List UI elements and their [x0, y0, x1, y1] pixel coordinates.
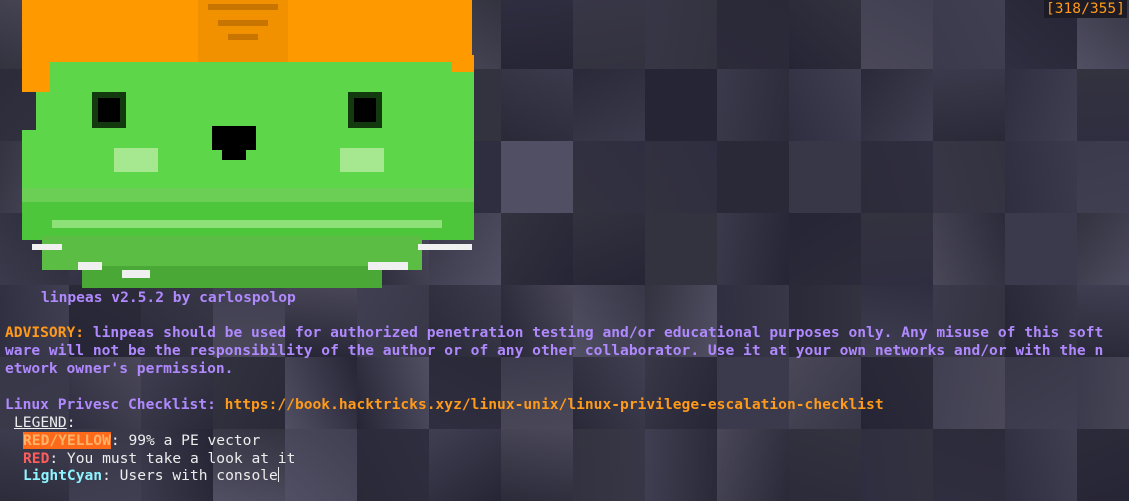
wallpaper-tile [717, 0, 789, 69]
peass-mascot-art [22, 0, 474, 288]
advisory-line-1: ADVISORY: linpeas should be used for aut… [5, 324, 1103, 342]
wallpaper-tile [1005, 213, 1077, 285]
wallpaper-tile [357, 357, 429, 429]
wallpaper-tile [501, 429, 573, 501]
wallpaper-tile [933, 69, 1005, 141]
wallpaper-tile [573, 0, 645, 69]
wallpaper-tile [645, 357, 717, 429]
linpeas-banner: linpeas v2.5.2 by carlospolop [41, 289, 296, 306]
wallpaper-tile [717, 141, 789, 213]
wallpaper-tile [861, 213, 933, 285]
wallpaper-tile [1077, 357, 1129, 429]
wallpaper-tile [933, 357, 1005, 429]
wallpaper-tile [789, 429, 861, 501]
legend-item-lightcyan: LightCyan: Users with console [23, 467, 279, 485]
wallpaper-tile [1077, 213, 1129, 285]
wallpaper-tile [501, 357, 573, 429]
wallpaper-tile [573, 141, 645, 213]
wallpaper-tile [861, 69, 933, 141]
wallpaper-tile [501, 69, 573, 141]
wallpaper-tile [861, 141, 933, 213]
legend-key-red-yellow: RED/YELLOW [23, 432, 111, 449]
wallpaper-tile [1005, 69, 1077, 141]
wallpaper-tile [861, 357, 933, 429]
wallpaper-tile [501, 141, 573, 213]
wallpaper-tile [789, 141, 861, 213]
wallpaper-tile [645, 69, 717, 141]
legend-title: LEGEND [14, 414, 67, 431]
wallpaper-tile [429, 357, 501, 429]
wallpaper-tile [285, 429, 357, 501]
wallpaper-tile [717, 69, 789, 141]
wallpaper-tile [933, 429, 1005, 501]
wallpaper-tile [645, 141, 717, 213]
wallpaper-tile [645, 429, 717, 501]
legend-key-red: RED [23, 450, 50, 467]
wallpaper-tile [717, 429, 789, 501]
wallpaper-tile [645, 0, 717, 69]
wallpaper-tile [789, 357, 861, 429]
advisory-text-1: linpeas should be used for authorized pe… [84, 324, 1104, 341]
wallpaper-tile [501, 0, 573, 69]
wallpaper-tile [357, 429, 429, 501]
wallpaper-tile [717, 357, 789, 429]
legend-colon: : [66, 414, 76, 431]
advisory-label: ADVISORY: [5, 324, 85, 341]
wallpaper-tile [933, 0, 1005, 69]
wallpaper-tile [861, 429, 933, 501]
wallpaper-tile [429, 429, 501, 501]
wallpaper-tile [501, 213, 573, 285]
legend-item-red-yellow: RED/YELLOW: 99% a PE vector [23, 432, 260, 450]
wallpaper-tile [1077, 69, 1129, 141]
legend-item-red: RED: You must take a look at it [23, 450, 295, 468]
wallpaper-tile [1005, 357, 1077, 429]
wallpaper-tile [573, 213, 645, 285]
wallpaper-tile [861, 0, 933, 69]
wallpaper-tile [285, 357, 357, 429]
advisory-line-3: etwork owner's permission. [5, 360, 234, 377]
wallpaper-tile [1077, 429, 1129, 501]
legend-text-red: : You must take a look at it [49, 450, 296, 467]
wallpaper-tile [933, 141, 1005, 213]
legend-text-red-yellow: : 99% a PE vector [110, 432, 261, 449]
legend-heading: LEGEND: [14, 414, 76, 432]
wallpaper-tile [645, 213, 717, 285]
text-cursor [277, 467, 279, 482]
wallpaper-tile [573, 429, 645, 501]
wallpaper-tile [789, 69, 861, 141]
wallpaper-tile [933, 213, 1005, 285]
wallpaper-tile [1077, 141, 1129, 213]
wallpaper-tile [717, 213, 789, 285]
checklist-line: Linux Privesc Checklist: https://book.ha… [5, 396, 884, 414]
legend-key-lightcyan: LightCyan [23, 467, 103, 484]
result-counter: [318/355] [1043, 0, 1127, 18]
checklist-url[interactable]: https://book.hacktricks.xyz/linux-unix/l… [225, 396, 884, 413]
wallpaper-tile [1005, 141, 1077, 213]
wallpaper-tile [573, 69, 645, 141]
wallpaper-tile [789, 0, 861, 69]
legend-text-lightcyan: : Users with console [102, 467, 278, 484]
checklist-label: Linux Privesc Checklist: [5, 396, 225, 413]
wallpaper-tile [1005, 429, 1077, 501]
wallpaper-tile [573, 357, 645, 429]
wallpaper-tile [789, 213, 861, 285]
advisory-line-2: ware will not be the responsibility of t… [5, 342, 1104, 359]
